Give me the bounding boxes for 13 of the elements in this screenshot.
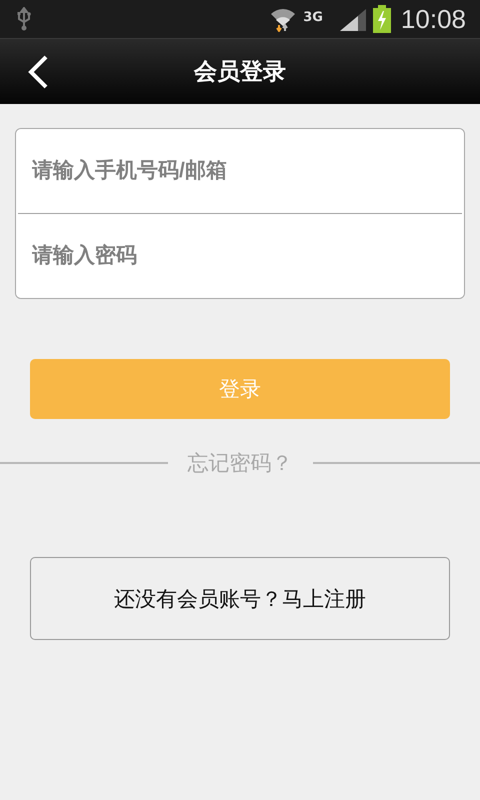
signal-icon xyxy=(338,7,367,31)
back-button[interactable] xyxy=(26,54,50,90)
input-field[interactable]: 请输入密码 xyxy=(16,214,464,298)
battery-icon xyxy=(372,5,391,33)
usb-icon xyxy=(16,7,32,31)
wifi-icon xyxy=(269,6,298,32)
login-button[interactable]: 登录 xyxy=(30,359,450,419)
input-field[interactable]: 请输入手机号码/邮箱 xyxy=(16,129,464,213)
page-title: 会员登录 xyxy=(194,58,286,87)
clock-time: 10:08 xyxy=(400,4,466,34)
register-button[interactable]: 还没有会员账号？马上注册 xyxy=(30,557,450,640)
network-type: 3G xyxy=(303,10,323,24)
forgot-password-link[interactable]: 忘记密码？ xyxy=(168,449,312,477)
